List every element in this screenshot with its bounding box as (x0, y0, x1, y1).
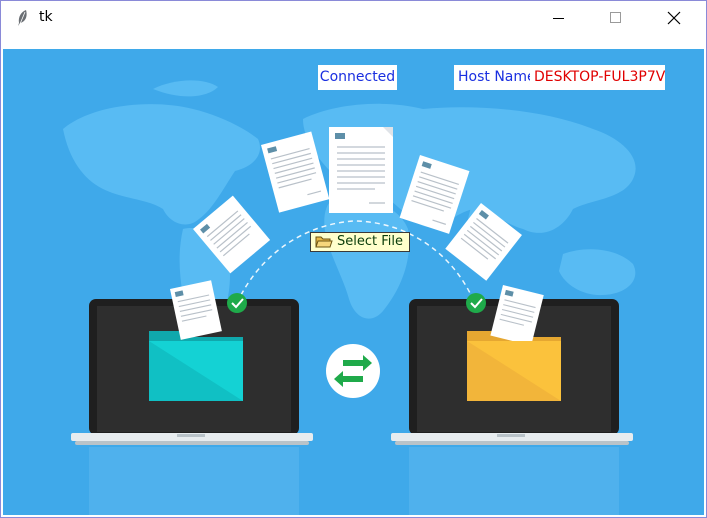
check-icon (466, 293, 486, 313)
transfer-arrows-icon (326, 344, 380, 398)
maximize-icon (610, 12, 621, 23)
app-window: tk Connected Host Name DESKTOP-FUL3P7V S… (0, 0, 707, 518)
host-name-label: Host Name DESKTOP-FUL3P7V (454, 65, 665, 90)
check-icon (227, 293, 247, 313)
host-name-key: Host Name (458, 69, 530, 85)
host-name-value: DESKTOP-FUL3P7V (534, 69, 665, 85)
maximize-button[interactable] (588, 1, 646, 34)
file-transfer-illustration (63, 80, 636, 515)
close-icon (667, 11, 681, 25)
folder-icon (315, 236, 333, 248)
connection-status-label: Connected (318, 65, 397, 90)
select-file-label: Select File (337, 234, 403, 249)
feather-icon (18, 10, 27, 26)
window-title: tk (39, 9, 53, 25)
minimize-icon (553, 18, 564, 19)
main-canvas: Connected Host Name DESKTOP-FUL3P7V Sele… (3, 49, 704, 515)
close-button[interactable] (646, 1, 704, 34)
left-laptop (71, 280, 313, 445)
select-file-button[interactable]: Select File (310, 232, 410, 252)
connection-status-text: Connected (319, 69, 396, 85)
title-bar[interactable]: tk (1, 1, 706, 34)
minimize-button[interactable] (531, 1, 589, 34)
right-laptop (391, 285, 633, 445)
